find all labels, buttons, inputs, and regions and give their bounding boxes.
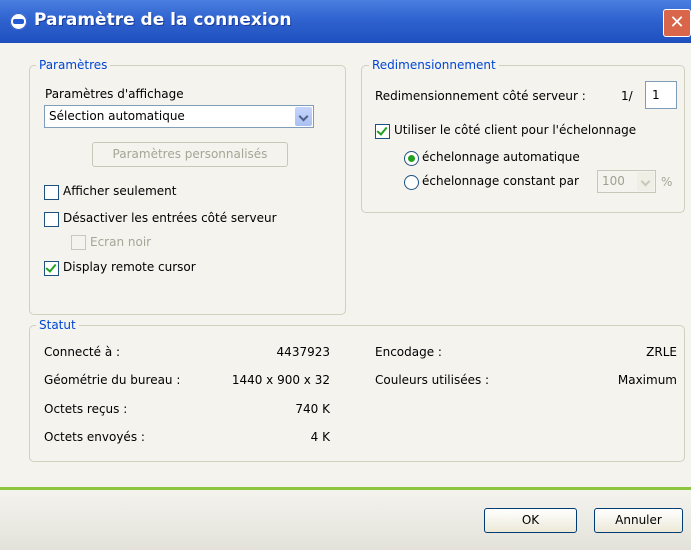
display-settings-select[interactable]: Sélection automatique — [44, 105, 314, 128]
black-screen-checkbox[interactable] — [71, 235, 86, 250]
status-value-encoding: ZRLE — [646, 345, 677, 359]
status-value-received: 740 K — [295, 402, 330, 416]
auto-scaling-radio[interactable] — [404, 151, 419, 166]
remote-cursor-label: Display remote cursor — [63, 260, 196, 274]
scaling-percent-select[interactable]: 100 — [597, 170, 656, 193]
parametres-legend: Paramètres — [36, 58, 111, 72]
client-scaling-checkbox[interactable] — [375, 124, 390, 139]
auto-scaling-label: échelonnage automatique — [422, 150, 580, 164]
statut-legend: Statut — [36, 318, 79, 332]
status-label-connected: Connecté à : — [44, 345, 121, 359]
server-scaling-input[interactable]: 1 — [645, 81, 677, 109]
status-value-geometry: 1440 x 900 x 32 — [231, 373, 330, 387]
remote-cursor-checkbox[interactable] — [44, 261, 59, 276]
footer-bar — [0, 490, 691, 550]
server-scaling-value: 1 — [652, 88, 660, 102]
status-label-received: Octets reçus : — [44, 402, 128, 416]
cancel-button[interactable]: Annuler — [594, 508, 683, 533]
percent-unit: % — [661, 175, 673, 189]
redimensionnement-legend: Redimensionnement — [369, 58, 499, 72]
title-bar: Paramètre de la connexion ✕ — [0, 0, 691, 43]
constant-scaling-label: échelonnage constant par — [422, 174, 579, 188]
display-settings-value: Sélection automatique — [49, 109, 185, 123]
server-scaling-label: Redimensionnement côté serveur : — [375, 89, 586, 103]
server-scaling-prefix: 1/ — [621, 89, 633, 103]
app-icon — [10, 13, 27, 30]
status-label-sent: Octets envoyés : — [44, 430, 145, 444]
status-value-connected: 4437923 — [276, 345, 330, 359]
status-value-sent: 4 K — [310, 430, 330, 444]
status-label-colors: Couleurs utilisées : — [375, 373, 490, 387]
display-settings-label: Paramètres d'affichage — [45, 87, 184, 101]
disable-input-checkbox[interactable] — [44, 212, 59, 227]
disable-input-label: Désactiver les entrées côté serveur — [63, 211, 277, 225]
chevron-down-icon[interactable] — [295, 107, 312, 126]
chevron-down-icon[interactable] — [637, 172, 654, 191]
status-label-encoding: Encodage : — [375, 345, 442, 359]
constant-scaling-radio[interactable] — [404, 175, 419, 190]
status-label-geometry: Géométrie du bureau : — [44, 373, 181, 387]
window-title: Paramètre de la connexion — [34, 10, 292, 30]
view-only-label: Afficher seulement — [63, 184, 177, 198]
black-screen-label: Ecran noir — [90, 235, 152, 249]
close-button[interactable]: ✕ — [663, 9, 691, 37]
client-scaling-label: Utiliser le côté client pour l'échelonna… — [394, 123, 637, 137]
status-value-colors: Maximum — [617, 373, 677, 387]
view-only-checkbox[interactable] — [44, 185, 59, 200]
ok-button[interactable]: OK — [484, 508, 577, 533]
scaling-percent-value: 100 — [602, 174, 625, 188]
custom-settings-button[interactable]: Paramètres personnalisés — [92, 142, 288, 167]
